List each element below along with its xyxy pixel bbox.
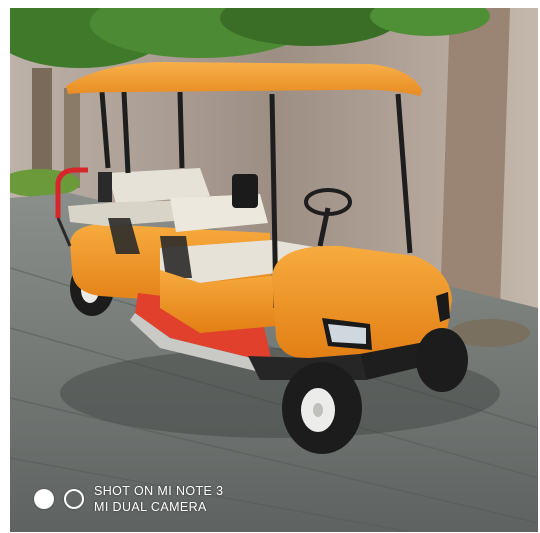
watermark-line-1: SHOT ON MI NOTE 3 [94, 484, 224, 498]
tree-trunk [32, 68, 52, 178]
ring-icon [64, 489, 84, 509]
front-wheel-left [282, 362, 362, 454]
front-wheel-right [416, 328, 468, 392]
filled-circle-icon [34, 489, 54, 509]
side-mirror [232, 174, 258, 208]
watermark-text: SHOT ON MI NOTE 3 MI DUAL CAMERA [94, 483, 224, 515]
watermark-dots [34, 489, 84, 509]
tree-trunk-right [440, 8, 510, 308]
camera-watermark: SHOT ON MI NOTE 3 MI DUAL CAMERA [34, 481, 224, 517]
photo-frame: SHOT ON MI NOTE 3 MI DUAL CAMERA [0, 0, 540, 533]
golf-cart-illustration [10, 8, 538, 532]
golf-cart-photo: SHOT ON MI NOTE 3 MI DUAL CAMERA [10, 8, 538, 532]
watermark-line-2: MI DUAL CAMERA [94, 500, 207, 514]
